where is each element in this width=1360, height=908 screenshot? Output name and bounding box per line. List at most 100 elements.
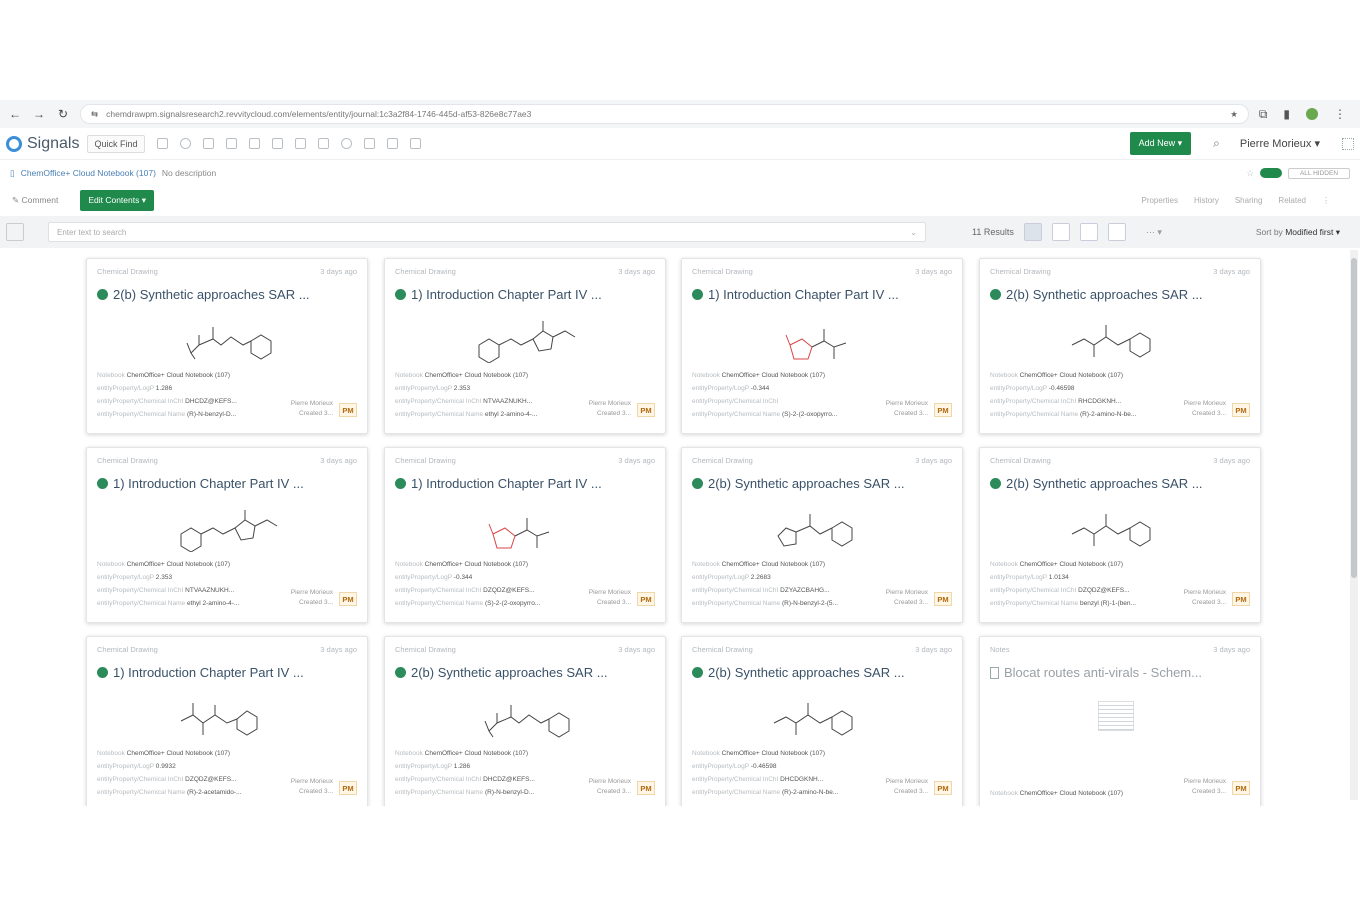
search-filter-input[interactable]: Enter text to search ⌄ [48,222,926,242]
avatar[interactable]: PM [637,592,655,606]
meta-key: entityProperty/Chemical InChI [97,776,184,783]
table-view-icon[interactable] [1107,223,1126,241]
forward-icon[interactable]: → [32,107,46,121]
flask-tool-icon[interactable] [317,138,329,149]
avatar[interactable]: PM [339,403,357,417]
structure-drawing [478,321,576,363]
entity-card[interactable]: Chemical Drawing 3 days ago 2(b) Syntheti… [979,447,1261,623]
card-title[interactable]: 1) Introduction Chapter Part IV ... [385,465,665,491]
back-icon[interactable]: ← [8,107,22,121]
card-meta: Notebook ChemOffice+ Cloud Notebook (107… [990,558,1190,610]
reload-icon[interactable]: ↻ [56,107,70,121]
folder-tool-icon[interactable] [248,138,260,149]
avatar[interactable]: PM [934,781,952,795]
card-title[interactable]: 1) Introduction Chapter Part IV ... [87,654,367,680]
document-tool-icon[interactable] [225,138,237,149]
owner-name: Pierre Morieux [588,589,631,596]
sharing-button[interactable]: Sharing [1235,196,1263,205]
breadcrumb-link[interactable]: ChemOffice+ Cloud Notebook (107) [21,168,156,178]
entity-card[interactable]: Chemical Drawing 3 days ago 1) Introducti… [384,447,666,623]
history-tool-icon[interactable] [179,138,191,149]
scrollbar-thumb[interactable] [1351,258,1357,578]
card-title[interactable]: 2(b) Synthetic approaches SAR ... [87,276,367,302]
bookmark-star-icon[interactable]: ★ [1230,109,1238,120]
comment-button[interactable]: ✎ Comment [12,195,58,206]
search-icon[interactable]: ⌕ [1213,136,1220,151]
more-views-dropdown[interactable]: ⋯ ▾ [1146,227,1162,238]
lock-tool-icon[interactable] [363,138,375,149]
meta-value: ChemOffice+ Cloud Notebook (107) [1019,561,1124,568]
entity-card[interactable]: Chemical Drawing 3 days ago 2(b) Syntheti… [681,636,963,806]
entity-card[interactable]: Chemical Drawing 3 days ago 2(b) Syntheti… [979,258,1261,434]
avatar[interactable]: PM [1232,403,1250,417]
related-button[interactable]: Related [1278,196,1306,205]
browser-menu-icon[interactable]: ⋮ [1334,107,1346,121]
properties-button[interactable]: Properties [1141,196,1177,205]
avatar[interactable]: PM [934,403,952,417]
edit-contents-button[interactable]: Edit Contents ▾ [80,189,154,211]
address-bar[interactable]: ⇆ chemdrawpm.signalsresearch2.revvityclo… [80,104,1249,124]
card-view-icon[interactable] [1051,223,1070,241]
avatar[interactable]: PM [637,403,655,417]
card-title[interactable]: 2(b) Synthetic approaches SAR ... [980,465,1260,491]
avatar[interactable]: PM [339,781,357,795]
card-title[interactable]: 2(b) Synthetic approaches SAR ... [682,465,962,491]
tile-view-icon[interactable] [1023,223,1042,241]
card-title[interactable]: 2(b) Synthetic approaches SAR ... [682,654,962,680]
card-title[interactable]: 1) Introduction Chapter Part IV ... [87,465,367,491]
entity-card[interactable]: Chemical Drawing 3 days ago 1) Introducti… [86,636,368,806]
url-text: chemdrawpm.signalsresearch2.revvitycloud… [106,109,532,119]
bell-tool-icon[interactable] [409,138,421,149]
chemical-name-value: (R)-N-benzyl-D... [484,789,535,796]
star-tool-icon[interactable] [386,138,398,149]
card-title[interactable]: Blocat routes anti-virals - Schem... [980,654,1260,680]
entity-card[interactable]: Chemical Drawing 3 days ago 1) Introducti… [681,258,963,434]
signals-logo-icon [6,135,22,152]
chevron-down-icon[interactable]: ⌄ [910,228,917,237]
globe-tool-icon[interactable] [340,138,352,149]
extensions-icon[interactable]: ⧉ [1259,107,1268,122]
add-new-button[interactable]: Add New ▾ [1129,132,1192,155]
avatar[interactable]: PM [1232,592,1250,606]
card-title[interactable]: 1) Introduction Chapter Part IV ... [682,276,962,302]
meta-key: Notebook [692,372,720,379]
entity-card[interactable]: Chemical Drawing 3 days ago 1) Introducti… [86,447,368,623]
avatar[interactable]: PM [934,592,952,606]
avatar[interactable]: PM [1232,781,1250,795]
grid-tool-icon[interactable] [156,138,168,149]
list-tool-icon[interactable] [294,138,306,149]
filter-panel-icon[interactable] [6,223,24,241]
avatar[interactable]: PM [637,781,655,795]
apps-grid-icon[interactable] [1342,137,1354,150]
chat-tool-icon[interactable] [271,138,283,149]
chemical-name-value: (R)-N-benzyl-2-(5... [781,600,838,607]
list-view-icon[interactable] [1079,223,1098,241]
profile-icon[interactable] [1306,108,1318,120]
avatar[interactable]: PM [339,592,357,606]
user-menu[interactable]: Pierre Morieux ▾ [1240,137,1320,150]
card-title[interactable]: 1) Introduction Chapter Part IV ... [385,276,665,302]
sidebar-icon[interactable]: ▮ [1283,107,1290,121]
entity-card[interactable]: Chemical Drawing 3 days ago 2(b) Syntheti… [681,447,963,623]
site-info-icon[interactable]: ⇆ [91,109,98,120]
sort-dropdown[interactable]: Sort by Modified first ▾ [1256,227,1352,238]
signals-logo[interactable]: Signals [6,135,79,153]
card-type: Chemical Drawing [990,456,1051,465]
inchi-value: DHCDGKNH... [780,776,824,783]
card-title[interactable]: 2(b) Synthetic approaches SAR ... [980,276,1260,302]
meta-key: entityProperty/Chemical InChI [97,398,184,405]
view-toggle[interactable] [1260,168,1282,178]
entity-card[interactable]: Chemical Drawing 3 days ago 2(b) Syntheti… [86,258,368,434]
entity-card[interactable]: Notes 3 days ago Blocat routes anti-viral… [979,636,1261,806]
entity-card[interactable]: Chemical Drawing 3 days ago 2(b) Syntheti… [384,636,666,806]
notebook-tool-icon[interactable] [202,138,214,149]
quick-find-button[interactable]: Quick Find [87,134,145,153]
meta-key: entityProperty/LogP [97,385,154,392]
card-title[interactable]: 2(b) Synthetic approaches SAR ... [385,654,665,680]
chemical-name-value: ethyl 2-amino-4-... [484,411,538,418]
history-button[interactable]: History [1194,196,1219,205]
entity-card[interactable]: Chemical Drawing 3 days ago 1) Introducti… [384,258,666,434]
hidden-toggle[interactable]: ALL HIDDEN [1288,167,1350,179]
more-icon[interactable]: ⋮ [1322,196,1330,205]
star-icon[interactable]: ☆ [1246,168,1254,179]
